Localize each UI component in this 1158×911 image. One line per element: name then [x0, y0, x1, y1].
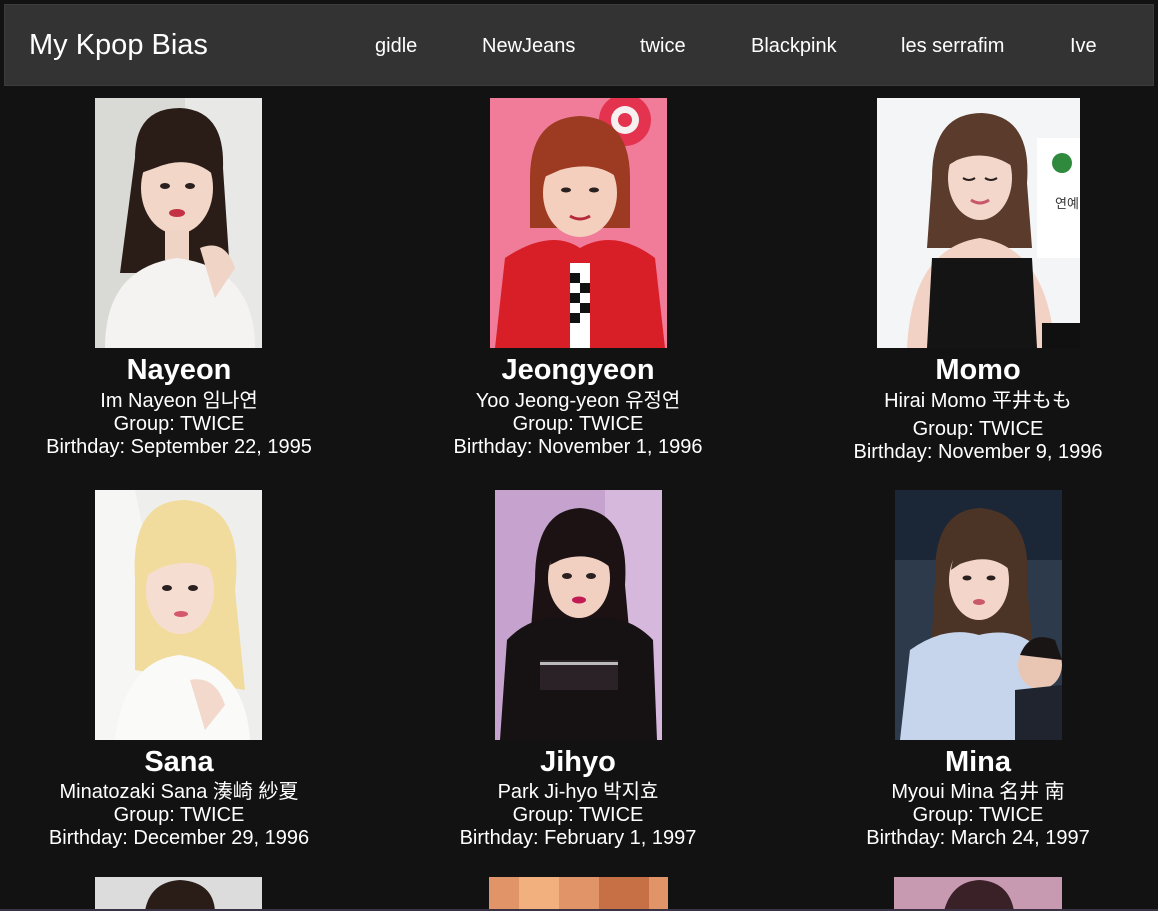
member-name: Momo: [935, 354, 1021, 386]
member-name: Mina: [944, 746, 1012, 778]
member-name: Jihyo: [540, 746, 616, 778]
member-photo-sana[interactable]: [95, 490, 262, 740]
member-group: Group: TWICE: [512, 413, 644, 435]
navbar: My Kpop Bias gidle NewJeans twice Blackp…: [4, 4, 1154, 86]
member-full-name: Hirai Momo 平井もも: [884, 390, 1072, 412]
nav-link-blackpink[interactable]: Blackpink: [751, 34, 837, 58]
member-birthday: Birthday: March 24, 1997: [866, 827, 1090, 849]
member-photo-partial[interactable]: [894, 877, 1062, 911]
member-photo-mina[interactable]: [895, 490, 1062, 740]
member-full-name: Yoo Jeong-yeon 유정연: [475, 390, 681, 412]
member-group: Group: TWICE: [912, 418, 1044, 440]
member-photo-jihyo[interactable]: [495, 490, 662, 740]
member-photo-nayeon[interactable]: [95, 98, 262, 348]
member-group: Group: TWICE: [912, 804, 1044, 826]
member-photo-partial[interactable]: [489, 877, 668, 911]
member-group: Group: TWICE: [113, 804, 245, 826]
member-name: Jeongyeon: [501, 354, 655, 386]
member-full-name: Im Nayeon 임나연: [100, 390, 258, 412]
nav-link-newjeans[interactable]: NewJeans: [482, 34, 575, 58]
member-birthday: Birthday: February 1, 1997: [459, 827, 697, 849]
member-full-name: Minatozaki Sana 湊崎 紗夏: [59, 781, 299, 803]
member-birthday: Birthday: December 29, 1996: [48, 827, 310, 849]
nav-link-gidle[interactable]: gidle: [375, 34, 417, 58]
member-name: Sana: [144, 746, 214, 778]
member-full-name: Park Ji-hyo 박지효: [497, 781, 659, 803]
svg-text:연예: 연예: [1055, 197, 1079, 212]
member-birthday: Birthday: September 22, 1995: [46, 436, 312, 458]
member-birthday: Birthday: November 1, 1996: [453, 436, 703, 458]
member-photo-jeongyeon[interactable]: [490, 98, 667, 348]
member-birthday: Birthday: November 9, 1996: [853, 441, 1103, 463]
member-photo-momo[interactable]: 연예: [877, 98, 1080, 348]
member-group: Group: TWICE: [113, 413, 245, 435]
member-name: Nayeon: [126, 354, 232, 386]
nav-link-ive[interactable]: Ive: [1070, 34, 1097, 58]
brand-title[interactable]: My Kpop Bias: [29, 28, 208, 62]
nav-link-les-serrafim[interactable]: les serrafim: [901, 34, 1004, 58]
nav-link-twice[interactable]: twice: [640, 34, 686, 58]
member-full-name: Myoui Mina 名井 南: [891, 781, 1065, 803]
member-photo-partial[interactable]: [95, 877, 262, 911]
member-group: Group: TWICE: [512, 804, 644, 826]
